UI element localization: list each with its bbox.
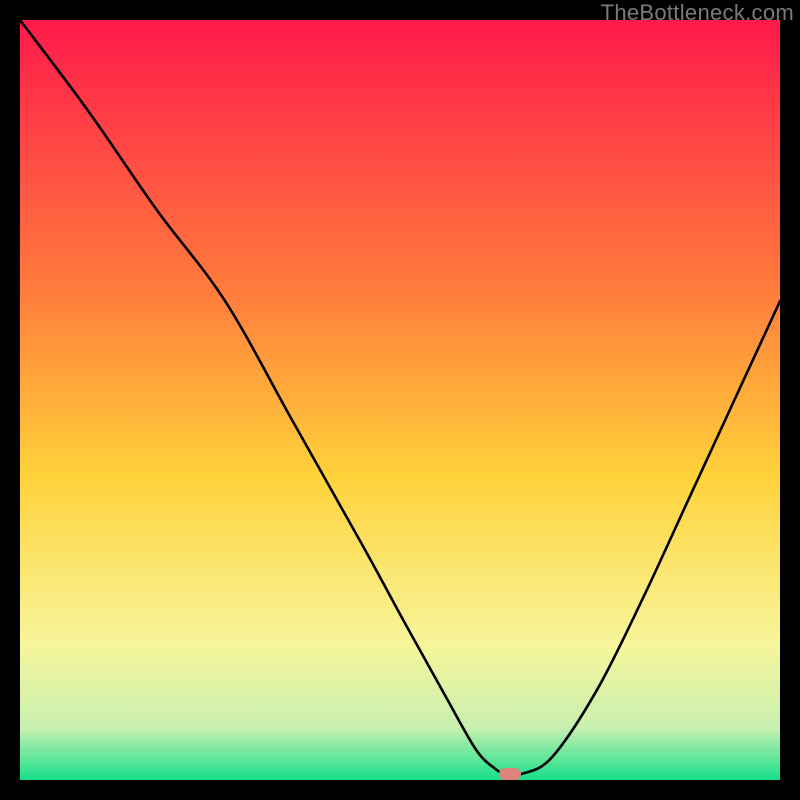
chart-frame: TheBottleneck.com: [0, 0, 800, 800]
watermark-label: TheBottleneck.com: [601, 0, 794, 26]
plot-area: [20, 20, 780, 780]
background-gradient: [20, 20, 780, 780]
